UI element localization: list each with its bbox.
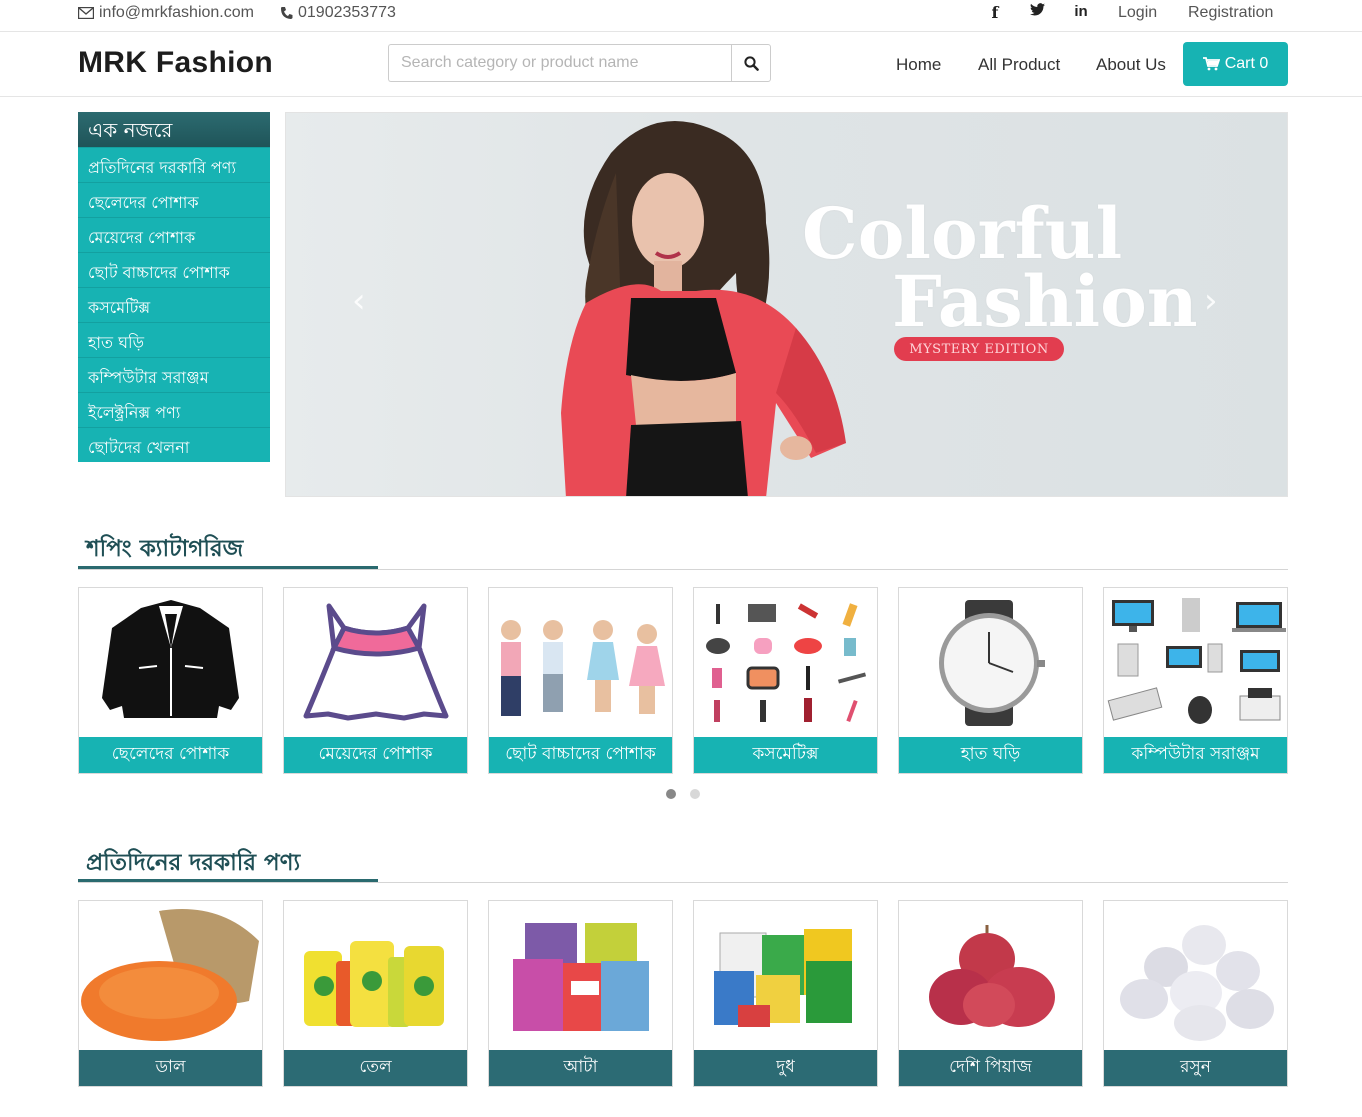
sidebar-item-toys[interactable]: ছোটদের খেলনা <box>78 427 270 462</box>
category-card-womens[interactable]: মেয়েদের পোশাক <box>283 587 468 774</box>
flour-packs-image <box>489 901 672 1049</box>
sidebar-item-watches[interactable]: হাত ঘড়ি <box>78 322 270 357</box>
sidebar-item-cosmetics[interactable]: কসমেটিক্স <box>78 287 270 322</box>
onions-image <box>899 901 1082 1049</box>
section-divider-accent <box>78 566 378 569</box>
watch-image <box>899 588 1082 736</box>
product-label: ডাল <box>79 1050 262 1086</box>
fashion-model-image <box>561 120 846 496</box>
section-divider-accent <box>78 879 378 882</box>
phone-icon <box>281 7 293 19</box>
category-label: মেয়েদের পোশাক <box>284 737 467 773</box>
main-header: MRK Fashion Home All Product About Us Ca… <box>0 32 1362 97</box>
slider-prev-icon[interactable]: ‹ <box>352 281 366 321</box>
category-sidebar: এক নজরে প্রতিদিনের দরকারি পণ্য ছেলেদের প… <box>78 112 270 462</box>
cart-button[interactable]: Cart 0 <box>1183 42 1288 86</box>
product-card-oil[interactable]: তেল <box>283 900 468 1087</box>
slider-next-icon[interactable]: › <box>1204 281 1218 321</box>
envelope-icon <box>78 7 94 19</box>
section-divider <box>78 882 1288 883</box>
oil-bottles-image <box>284 901 467 1049</box>
category-card-computers[interactable]: কম্পিউটার সরাঞ্জম <box>1103 587 1288 774</box>
lentils-image <box>79 901 262 1049</box>
email-text: info@mrkfashion.com <box>99 4 254 21</box>
mens-jacket-image <box>79 588 262 736</box>
carousel-dot-active[interactable] <box>666 789 676 799</box>
product-card-lentils[interactable]: ডাল <box>78 900 263 1087</box>
login-link[interactable]: Login <box>1118 4 1157 22</box>
twitter-icon[interactable] <box>1027 3 1047 21</box>
product-card-onion[interactable]: দেশি পিয়াজ <box>898 900 1083 1087</box>
registration-link[interactable]: Registration <box>1188 4 1273 22</box>
linkedin-icon[interactable]: in <box>1071 3 1091 20</box>
daily-products-title: প্রতিদিনের দরকারি পণ্য <box>86 850 301 876</box>
shopping-categories-title: শপিং ক্যাটাগরিজ <box>86 536 244 562</box>
product-label: তেল <box>284 1050 467 1086</box>
sidebar-item-electronics[interactable]: ইলেক্ট্রনিক্স পণ্য <box>78 392 270 427</box>
top-bar: info@mrkfashion.com 01902353773 f in Log… <box>0 0 1362 32</box>
phone-text: 01902353773 <box>298 4 396 21</box>
category-label: কম্পিউটার সরাঞ্জম <box>1104 737 1287 773</box>
sidebar-item-kids-clothing[interactable]: ছোট বাচ্চাদের পোশাক <box>78 252 270 287</box>
section-divider <box>78 569 1288 570</box>
product-card-garlic[interactable]: রসুন <box>1103 900 1288 1087</box>
category-card-mens[interactable]: ছেলেদের পোশাক <box>78 587 263 774</box>
carousel-dot[interactable] <box>690 789 700 799</box>
category-label: ছেলেদের পোশাক <box>79 737 262 773</box>
search-icon <box>743 55 759 71</box>
sidebar-item-mens-clothing[interactable]: ছেলেদের পোশাক <box>78 182 270 217</box>
cosmetics-image <box>694 588 877 736</box>
product-label: দেশি পিয়াজ <box>899 1050 1082 1086</box>
category-label: কসমেটিক্স <box>694 737 877 773</box>
product-label: দুধ <box>694 1050 877 1086</box>
category-label: ছোট বাচ্চাদের পোশাক <box>489 737 672 773</box>
nav-all-product[interactable]: All Product <box>978 55 1060 75</box>
product-card-flour[interactable]: আটা <box>488 900 673 1087</box>
category-label: হাত ঘড়ি <box>899 737 1082 773</box>
slide-badge: MYSTERY EDITION <box>894 337 1064 361</box>
category-card-watches[interactable]: হাত ঘড়ি <box>898 587 1083 774</box>
milk-products-image <box>694 901 877 1049</box>
kids-image <box>489 588 672 736</box>
hero-slider[interactable]: ‹ › Colorful Fashion MYSTERY EDITION <box>285 112 1288 497</box>
site-logo[interactable]: MRK Fashion <box>78 46 273 80</box>
category-card-cosmetics[interactable]: কসমেটিক্স <box>693 587 878 774</box>
cart-icon <box>1202 57 1220 71</box>
phone-contact[interactable]: 01902353773 <box>280 4 396 22</box>
email-contact[interactable]: info@mrkfashion.com <box>78 4 254 22</box>
category-card-kids[interactable]: ছোট বাচ্চাদের পোশাক <box>488 587 673 774</box>
cart-label: Cart 0 <box>1224 55 1269 72</box>
nav-about-us[interactable]: About Us <box>1096 55 1166 75</box>
sidebar-item-daily-products[interactable]: প্রতিদিনের দরকারি পণ্য <box>78 147 270 182</box>
facebook-icon[interactable]: f <box>985 3 1005 22</box>
sidebar-item-womens-clothing[interactable]: মেয়েদের পোশাক <box>78 217 270 252</box>
slide-title-line2: Fashion <box>892 260 1198 343</box>
nav-home[interactable]: Home <box>896 55 941 75</box>
product-card-milk[interactable]: দুধ <box>693 900 878 1087</box>
computers-image <box>1104 588 1287 736</box>
product-label: আটা <box>489 1050 672 1086</box>
garlic-image <box>1104 901 1287 1049</box>
search-input[interactable] <box>388 44 732 82</box>
sidebar-title: এক নজরে <box>78 112 270 147</box>
product-label: রসুন <box>1104 1050 1287 1086</box>
sidebar-item-computer[interactable]: কম্পিউটার সরাঞ্জম <box>78 357 270 392</box>
search-button[interactable] <box>731 44 771 82</box>
dress-image <box>284 588 467 736</box>
slide-title-line1: Colorful <box>802 192 1123 275</box>
